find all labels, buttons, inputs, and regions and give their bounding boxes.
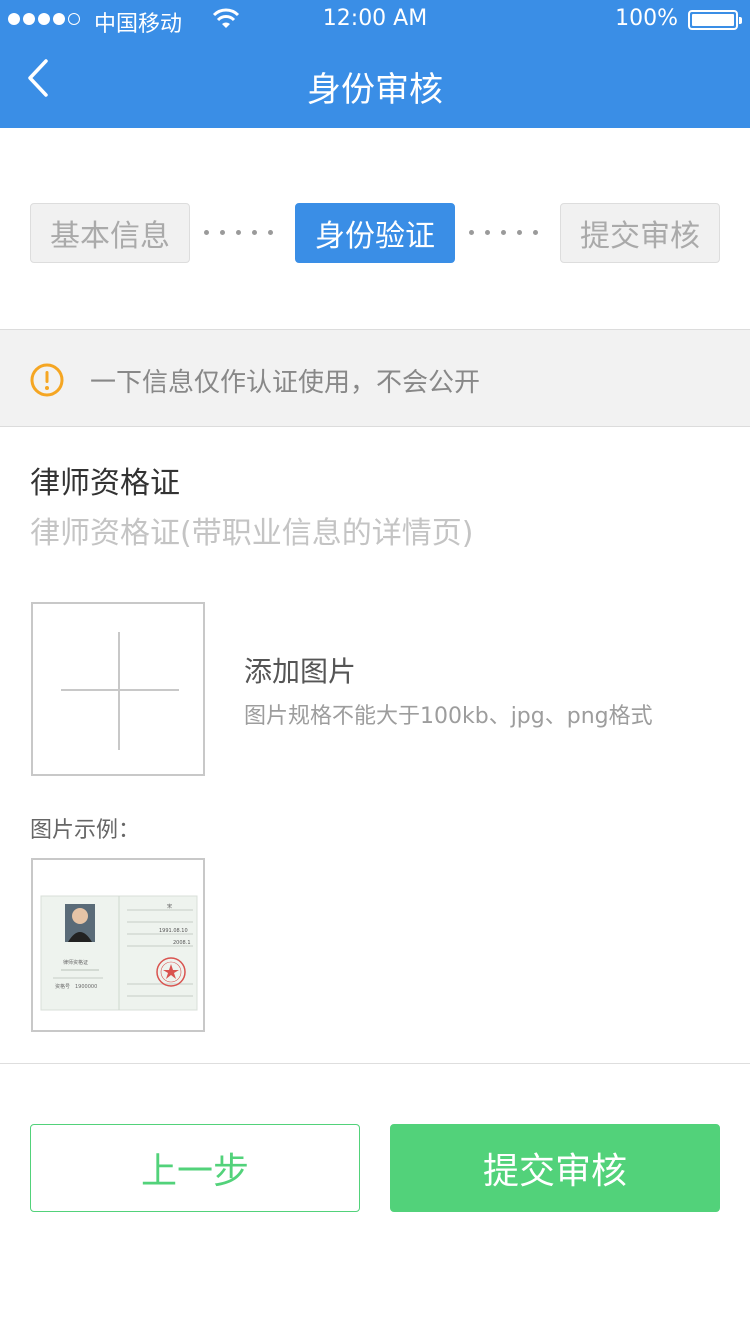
- previous-step-button[interactable]: 上一步: [30, 1124, 360, 1212]
- battery-icon: [688, 10, 742, 30]
- step-basic-info: 基本信息: [30, 203, 190, 263]
- upload-title: 添加图片: [244, 655, 357, 688]
- step-connector: [204, 230, 273, 236]
- step-connector: [469, 230, 538, 236]
- top-bar: 中国移动 12:00 AM 100% 身份审核: [0, 0, 750, 128]
- warning-circle-icon: [30, 363, 64, 397]
- divider: [0, 1063, 750, 1064]
- battery-percentage: 100%: [615, 6, 678, 31]
- section-title: 律师资格证: [30, 466, 180, 501]
- step-identity-verify: 身份验证: [295, 203, 455, 263]
- page-title: 身份审核: [307, 70, 443, 110]
- status-bar: 中国移动 12:00 AM 100%: [0, 0, 750, 40]
- add-image-button[interactable]: [31, 602, 205, 776]
- upload-hint: 图片规格不能大于100kb、jpg、png格式: [244, 704, 653, 729]
- submit-review-button[interactable]: 提交审核: [390, 1124, 720, 1212]
- cert-number: 1900000: [75, 984, 97, 990]
- certificate-example-image: 资格号 1900000 律师资格证 宋 1991.08.10 2008.1: [40, 895, 198, 1011]
- cert-caption: 律师资格证: [63, 959, 88, 966]
- plus-icon: [61, 689, 179, 691]
- cert-date-2: 2008.1: [173, 940, 191, 946]
- privacy-notice: 一下信息仅作认证使用，不会公开: [0, 329, 750, 427]
- cert-date-1: 1991.08.10: [159, 928, 188, 934]
- section-subtitle: 律师资格证(带职业信息的详情页): [30, 516, 474, 551]
- example-image: 资格号 1900000 律师资格证 宋 1991.08.10 2008.1: [31, 858, 205, 1032]
- example-label: 图片示例：: [30, 818, 141, 843]
- cert-name: 宋: [167, 903, 172, 910]
- step-submit-review: 提交审核: [560, 203, 720, 263]
- notice-text: 一下信息仅作认证使用，不会公开: [90, 368, 481, 398]
- cert-number-label: 资格号: [55, 983, 70, 990]
